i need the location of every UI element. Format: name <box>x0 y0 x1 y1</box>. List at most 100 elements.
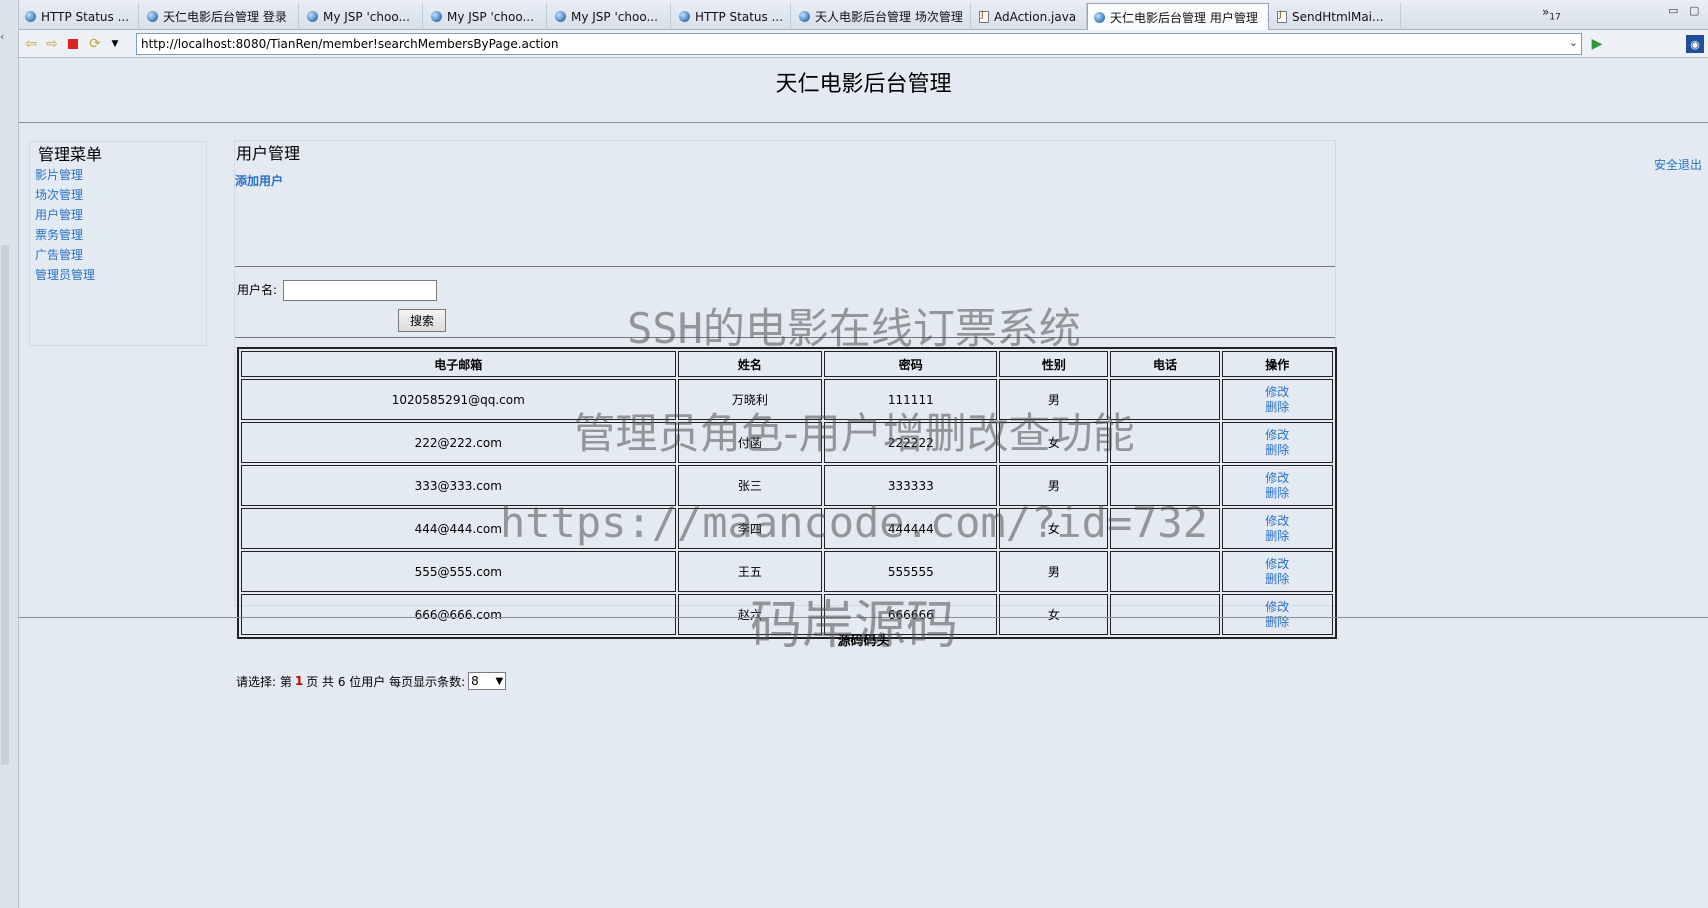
cell-gender: 女 <box>999 594 1109 635</box>
tab-label: 天人电影后台管理 场次管理 <box>815 10 963 24</box>
chevron-down-icon[interactable]: ▼ <box>106 35 124 53</box>
refresh-icon[interactable]: ⟳ <box>86 35 104 53</box>
delete-link[interactable]: 删除 <box>1223 443 1332 458</box>
browser-tab[interactable]: AdAction.java <box>973 3 1087 30</box>
cell-password: 333333 <box>824 465 998 506</box>
menu-item-tickets[interactable]: 票务管理 <box>35 228 83 242</box>
cell-actions: 修改 删除 <box>1221 508 1333 549</box>
browser-tab[interactable]: HTTP Status ... <box>673 3 791 30</box>
url-input[interactable]: http://localhost:8080/TianRen/member!sea… <box>136 33 1582 55</box>
tab-label: SendHtmlMai... <box>1292 9 1384 24</box>
globe-icon <box>679 11 690 22</box>
cell-password: 444444 <box>824 508 998 549</box>
cell-email: 222@222.com <box>241 422 676 463</box>
maximize-icon[interactable]: ▢ <box>1689 4 1699 17</box>
column-header-password: 密码 <box>824 351 998 377</box>
table-row: 222@222.com 付菡 222222 女 修改 删除 <box>241 422 1333 463</box>
cell-name: 李四 <box>677 508 823 549</box>
delete-link[interactable]: 删除 <box>1223 400 1332 415</box>
url-text: http://localhost:8080/TianRen/member!sea… <box>141 37 559 51</box>
tab-label: 天仁电影后台管理 登录 <box>163 10 287 24</box>
cell-name: 赵六 <box>677 594 823 635</box>
cell-phone <box>1110 422 1220 463</box>
cell-phone <box>1110 551 1220 592</box>
browser-tab[interactable]: My JSP 'choo... <box>425 3 547 30</box>
username-label: 用户名: <box>237 283 278 297</box>
column-header-email: 电子邮箱 <box>241 351 676 377</box>
delete-link[interactable]: 删除 <box>1223 572 1332 587</box>
cell-phone <box>1110 379 1220 420</box>
table-header-row: 电子邮箱 姓名 密码 性别 电话 操作 <box>241 351 1333 377</box>
browser-tab[interactable]: SendHtmlMai... <box>1271 3 1401 30</box>
browser-tab[interactable]: My JSP 'choo... <box>301 3 423 30</box>
delete-link[interactable]: 删除 <box>1223 529 1332 544</box>
column-header-actions: 操作 <box>1221 351 1333 377</box>
menu-item-films[interactable]: 影片管理 <box>35 168 83 182</box>
admin-menu: 管理菜单 影片管理 场次管理 用户管理 票务管理 广告管理 管理员管理 <box>29 141 207 346</box>
tab-label: AdAction.java <box>994 9 1077 24</box>
pagination: 请选择: 第 1 页 共 6 位用户 每页显示条数: 8 ▼ <box>236 672 507 690</box>
browser-tab[interactable]: 天仁电影后台管理 登录 <box>141 3 299 30</box>
browser-tab-strip: HTTP Status ... 天仁电影后台管理 登录 My JSP 'choo… <box>19 0 1708 31</box>
page-size-select[interactable]: 8 ▼ <box>468 672 507 690</box>
search-button[interactable]: 搜索 <box>398 309 446 332</box>
edit-link[interactable]: 修改 <box>1223 514 1332 529</box>
cell-email: 1020585291@qq.com <box>241 379 676 420</box>
menu-item-ads[interactable]: 广告管理 <box>35 248 83 262</box>
globe-icon <box>799 11 810 22</box>
cell-actions: 修改 删除 <box>1221 379 1333 420</box>
menu-item-users[interactable]: 用户管理 <box>35 208 83 222</box>
table-row: 444@444.com 李四 444444 女 修改 删除 <box>241 508 1333 549</box>
left-window-edge: ‹ <box>0 0 19 908</box>
globe-icon <box>431 11 442 22</box>
java-file-icon <box>1277 10 1287 23</box>
edit-link[interactable]: 修改 <box>1223 600 1332 615</box>
cell-name: 张三 <box>677 465 823 506</box>
web-browser-icon[interactable]: ◉ <box>1686 35 1704 53</box>
globe-icon <box>25 11 36 22</box>
logout-link[interactable]: 安全退出 <box>1654 156 1702 173</box>
pager-summary: 页 共 6 位用户 每页显示条数: <box>306 674 466 689</box>
page-viewport: 天仁电影后台管理 安全退出 管理菜单 影片管理 场次管理 用户管理 票务管理 广… <box>19 58 1708 908</box>
browser-tab[interactable]: HTTP Status ... <box>19 3 139 30</box>
username-search-input[interactable] <box>283 280 437 301</box>
close-icon[interactable]: ✕ <box>1266 11 1268 24</box>
forward-arrow-icon[interactable]: ⇨ <box>43 35 61 53</box>
menu-item-admins[interactable]: 管理员管理 <box>35 268 95 282</box>
current-page: 1 <box>294 674 304 688</box>
go-icon[interactable]: ▶ <box>1588 35 1606 53</box>
browser-tab[interactable]: 天人电影后台管理 场次管理 <box>793 3 971 30</box>
chevron-down-icon: ▼ <box>495 675 504 687</box>
edit-link[interactable]: 修改 <box>1223 557 1332 572</box>
cell-actions: 修改 删除 <box>1221 551 1333 592</box>
chevron-down-icon[interactable]: ⌄ <box>1569 36 1578 49</box>
collapse-arrow-icon[interactable]: ‹ <box>0 30 9 44</box>
more-tabs-button[interactable]: »17 <box>1542 5 1561 22</box>
browser-tab[interactable]: My JSP 'choo... <box>549 3 671 30</box>
browser-tab-active[interactable]: 天仁电影后台管理 用户管理 ✕ <box>1087 3 1269 31</box>
page-title: 天仁电影后台管理 <box>775 72 952 97</box>
divider <box>19 122 1708 123</box>
java-file-icon <box>979 10 989 23</box>
cell-password: 666666 <box>824 594 998 635</box>
edit-link[interactable]: 修改 <box>1223 385 1332 400</box>
pager-prefix: 请选择: 第 <box>236 674 292 689</box>
minimize-icon[interactable]: ▭ <box>1668 4 1678 17</box>
user-management-panel: 用户管理 添加用户 用户名: 搜索 电子邮箱 姓名 密码 性别 电话 操作 10… <box>234 140 1337 639</box>
stop-icon[interactable] <box>64 35 82 53</box>
left-scrollbar[interactable] <box>1 245 9 765</box>
cell-password: 111111 <box>824 379 998 420</box>
cell-name: 万晓利 <box>677 379 823 420</box>
edit-link[interactable]: 修改 <box>1223 428 1332 443</box>
cell-name: 付菡 <box>677 422 823 463</box>
delete-link[interactable]: 删除 <box>1223 486 1332 501</box>
divider <box>235 337 1335 338</box>
edit-link[interactable]: 修改 <box>1223 471 1332 486</box>
back-arrow-icon[interactable]: ⇦ <box>22 35 40 53</box>
tab-label: 天仁电影后台管理 用户管理 <box>1110 11 1258 25</box>
add-user-link[interactable]: 添加用户 <box>235 172 283 189</box>
cell-actions: 修改 删除 <box>1221 422 1333 463</box>
cell-phone <box>1110 594 1220 635</box>
globe-icon <box>555 11 566 22</box>
menu-item-screenings[interactable]: 场次管理 <box>35 188 83 202</box>
